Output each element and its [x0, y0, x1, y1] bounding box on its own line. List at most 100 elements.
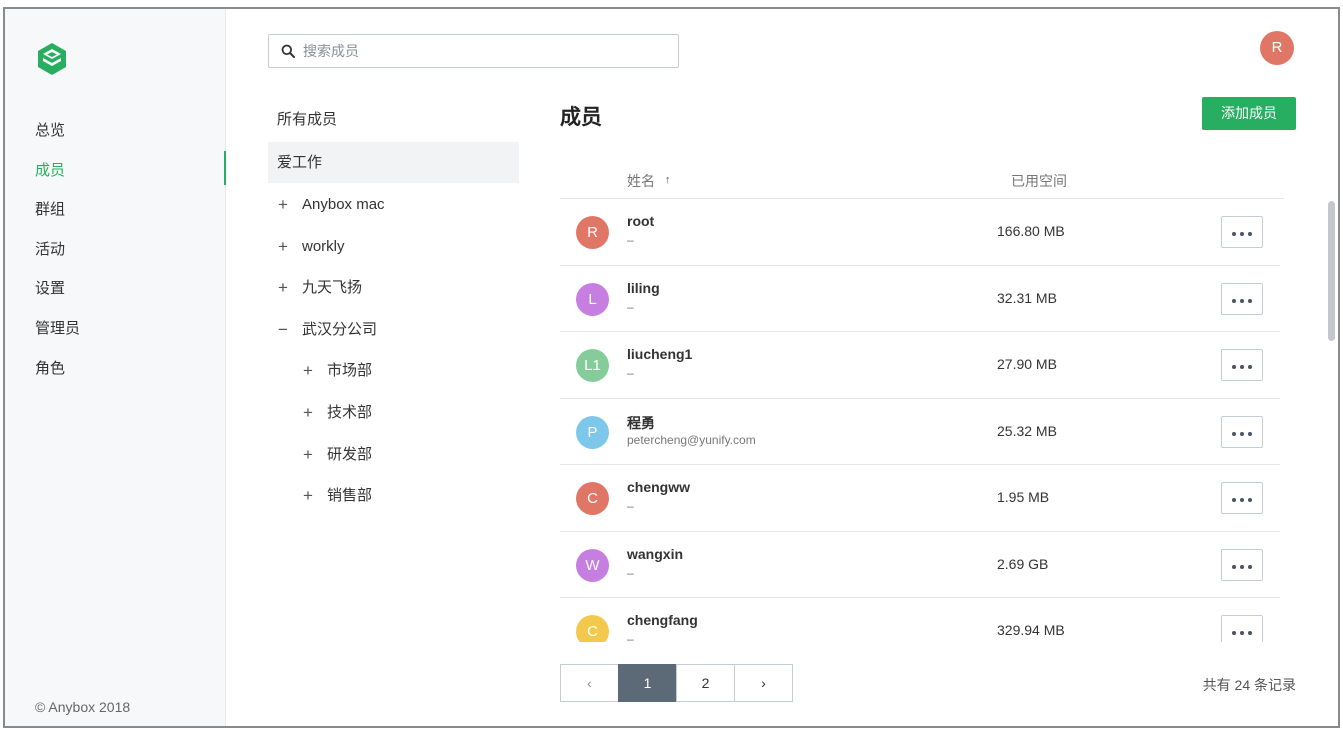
tree-node-label: 销售部: [327, 487, 373, 505]
sidebar-item-1[interactable]: 成员: [35, 159, 65, 180]
expand-icon[interactable]: +: [303, 392, 313, 433]
search-icon: [281, 44, 295, 58]
tree-node[interactable]: + 技术部: [268, 392, 519, 433]
member-name[interactable]: 程勇: [627, 413, 655, 433]
member-name[interactable]: liucheng1: [627, 346, 692, 362]
member-email: –: [627, 366, 634, 380]
table-row[interactable]: Wwangxin – 2.69 GB: [560, 532, 1280, 598]
sidebar-item-3[interactable]: 活动: [35, 238, 65, 259]
member-table: Rroot – 166.80 MB Lliling – 32.31 MB L1 liuchen…: [560, 199, 1280, 642]
search-input[interactable]: [303, 41, 663, 61]
table-row[interactable]: Cchengww – 1.95 MB: [560, 465, 1280, 532]
sort-ascending-icon[interactable]: ↑: [665, 174, 671, 186]
table-row[interactable]: Rroot – 166.80 MB: [560, 199, 1280, 266]
anybox-logo-icon: [38, 43, 66, 75]
member-avatar: R: [576, 216, 609, 249]
collapse-icon[interactable]: −: [278, 309, 288, 350]
tree-node-label: 九天飞扬: [302, 279, 363, 297]
member-email: –: [627, 565, 634, 580]
prev-page-button[interactable]: ‹: [560, 664, 619, 702]
member-name[interactable]: chengww: [627, 479, 690, 495]
tree-root-node[interactable]: 爱工作: [268, 142, 519, 183]
expand-icon[interactable]: +: [278, 184, 288, 225]
user-avatar[interactable]: R: [1260, 31, 1294, 65]
expand-icon[interactable]: +: [303, 475, 313, 516]
table-header: 姓名 ↑ 已用空间: [560, 169, 1284, 199]
tree-node[interactable]: + 销售部: [268, 475, 519, 516]
dot-icon: [1248, 498, 1252, 502]
dot-icon: [1248, 564, 1252, 569]
member-avatar: L1: [576, 349, 609, 382]
page-1-button[interactable]: 1: [618, 664, 677, 702]
more-actions-button[interactable]: [1221, 615, 1263, 642]
sidebar-item-0[interactable]: 总览: [35, 119, 65, 140]
page-title: 成员: [560, 106, 602, 129]
tree-node-label: workly: [302, 237, 345, 255]
member-used-space: 25.32 MB: [997, 422, 1057, 439]
dot-icon: [1232, 431, 1236, 436]
dot-icon: [1248, 298, 1252, 303]
expand-icon[interactable]: +: [278, 267, 288, 308]
dot-icon: [1248, 631, 1252, 635]
member-name[interactable]: chengfang: [627, 612, 698, 628]
expand-icon[interactable]: +: [303, 350, 313, 391]
add-member-button[interactable]: 添加成员: [1202, 97, 1296, 130]
member-used-space: 329.94 MB: [997, 622, 1065, 638]
column-header-space: 已用空间: [1011, 173, 1067, 189]
tree-root-label: 爱工作: [277, 154, 323, 171]
dot-icon: [1240, 365, 1244, 369]
dot-icon: [1248, 232, 1252, 236]
tree-node[interactable]: + 研发部: [268, 434, 519, 475]
member-avatar: C: [576, 615, 609, 642]
dot-icon: [1240, 564, 1244, 569]
table-row[interactable]: P 程勇 petercheng@yunify.com 25.32 MB: [560, 399, 1280, 465]
app-window: 总览成员群组活动设置管理员角色 © Anybox 2018 R 所有成员 爱工作…: [3, 7, 1340, 728]
expand-icon[interactable]: +: [278, 226, 288, 267]
dot-icon: [1240, 498, 1244, 502]
page-2-button[interactable]: 2: [676, 664, 735, 702]
member-avatar: W: [576, 548, 609, 582]
member-used-space: 1.95 MB: [997, 489, 1050, 505]
copyright: © Anybox 2018: [35, 699, 131, 715]
more-actions-button[interactable]: [1221, 415, 1263, 448]
sidebar-item-5[interactable]: 管理员: [35, 317, 80, 338]
more-actions-button[interactable]: [1221, 216, 1263, 248]
more-actions-button[interactable]: [1221, 282, 1263, 315]
tree-node[interactable]: + workly: [268, 226, 519, 267]
more-actions-button[interactable]: [1221, 548, 1263, 581]
dot-icon: [1232, 365, 1236, 369]
member-used-space: 166.80 MB: [997, 223, 1065, 239]
table-row[interactable]: L1 liucheng1 – 27.90 MB: [560, 332, 1280, 399]
tree-node[interactable]: + 市场部: [268, 350, 519, 391]
sidebar-item-6[interactable]: 角色: [35, 357, 65, 378]
table-row[interactable]: Lliling – 32.31 MB: [560, 266, 1280, 332]
member-email: –: [627, 299, 634, 314]
tree-node[interactable]: − 武汉分公司: [268, 309, 519, 350]
scrollbar-thumb[interactable]: [1328, 201, 1335, 341]
scrollbar[interactable]: [1326, 199, 1336, 642]
expand-icon[interactable]: +: [303, 434, 313, 475]
more-actions-button[interactable]: [1221, 349, 1263, 381]
member-name[interactable]: wangxin: [627, 546, 683, 562]
tree-all-members-label: 所有成员: [277, 111, 338, 128]
sidebar: 总览成员群组活动设置管理员角色 © Anybox 2018: [5, 9, 226, 726]
sidebar-item-4[interactable]: 设置: [35, 277, 65, 298]
column-header-name[interactable]: 姓名: [627, 171, 655, 191]
table-row[interactable]: Cchengfang – 329.94 MB: [560, 598, 1280, 642]
member-name[interactable]: liling: [627, 280, 660, 296]
tree-all-members[interactable]: 所有成员: [268, 99, 519, 140]
member-email: petercheng@yunify.com: [627, 432, 756, 447]
member-name[interactable]: root: [627, 213, 654, 229]
dot-icon: [1240, 431, 1244, 436]
member-used-space: 27.90 MB: [997, 356, 1057, 372]
member-used-space: 32.31 MB: [997, 289, 1057, 306]
member-email: –: [627, 632, 634, 642]
dot-icon: [1232, 631, 1236, 635]
next-page-button[interactable]: ›: [734, 664, 793, 702]
sidebar-item-2[interactable]: 群组: [35, 198, 65, 219]
dot-icon: [1232, 298, 1236, 303]
more-actions-button[interactable]: [1221, 482, 1263, 514]
tree-node[interactable]: + 九天飞扬: [268, 267, 519, 308]
search-box[interactable]: [268, 34, 679, 68]
tree-node[interactable]: + Anybox mac: [268, 184, 519, 225]
